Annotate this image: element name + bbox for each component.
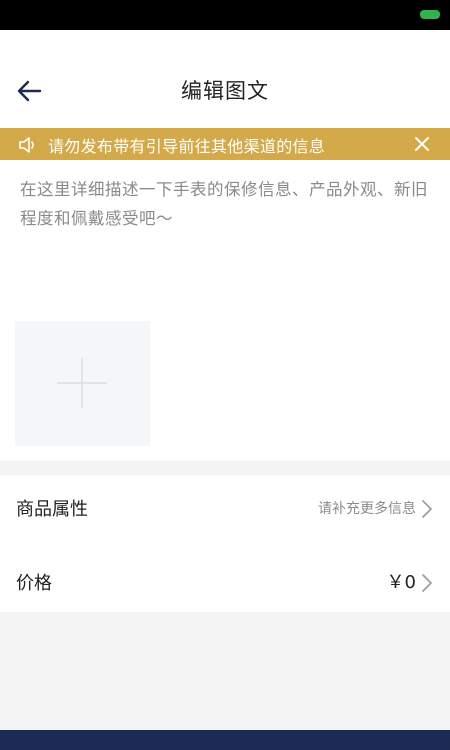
plus-icon-vertical	[81, 358, 83, 408]
close-icon[interactable]	[414, 136, 430, 152]
description-input[interactable]: 在这里详细描述一下手表的保修信息、产品外观、新旧程度和佩戴感受吧～	[20, 175, 430, 233]
chevron-right-icon	[422, 500, 432, 518]
product-attributes-label: 商品属性	[16, 499, 88, 520]
price-row[interactable]: 价格 ￥0	[0, 549, 450, 615]
add-image-button[interactable]	[15, 321, 150, 446]
chevron-right-icon	[422, 574, 432, 592]
notice-text: 请勿发布带有引导前往其他渠道的信息	[48, 137, 326, 156]
battery-icon	[420, 10, 440, 19]
notice-banner: 请勿发布带有引导前往其他渠道的信息	[0, 128, 450, 160]
header: 编辑图文	[0, 30, 450, 130]
product-attributes-hint: 请补充更多信息	[318, 501, 416, 517]
empty-area	[0, 612, 450, 730]
page-title: 编辑图文	[181, 79, 269, 103]
bottom-action-bar[interactable]	[0, 730, 450, 750]
section-divider	[0, 461, 450, 475]
price-label: 价格	[16, 573, 52, 594]
status-bar	[0, 0, 450, 30]
price-value: ￥0	[386, 572, 416, 593]
product-attributes-row[interactable]: 商品属性 请补充更多信息	[0, 475, 450, 541]
speaker-icon	[19, 137, 34, 153]
